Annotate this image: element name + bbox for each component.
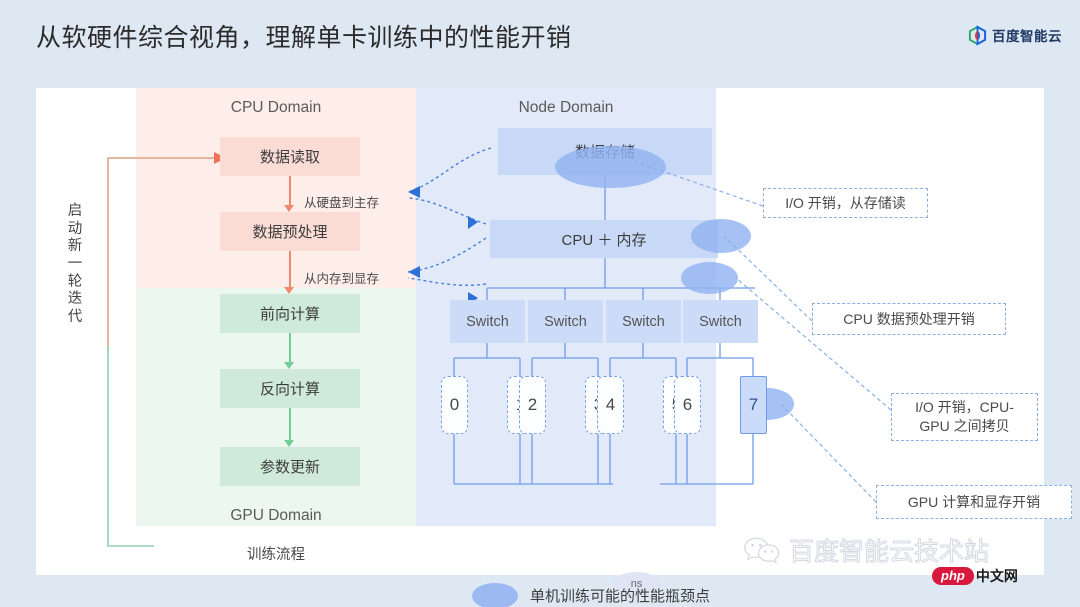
flow-arrow-head-1 xyxy=(284,205,294,212)
node-block-cpu-memory[interactable]: CPU ＋ 内存 xyxy=(490,220,718,258)
flow-arrow-1 xyxy=(289,176,291,205)
flow-arrow-2 xyxy=(289,251,291,287)
callout-io-read-overhead: I/O 开销，从存储读 xyxy=(763,188,928,218)
bottleneck-marker-storage xyxy=(555,146,666,188)
flow-step-forward[interactable]: 前向计算 xyxy=(220,294,360,333)
gpu-4[interactable]: 4 xyxy=(597,376,624,434)
iteration-loop-arrow xyxy=(107,152,226,547)
switch-0[interactable]: Switch xyxy=(450,300,525,343)
slide-header: 从软硬件综合视角，理解单卡训练中的性能开销 百度智能云 xyxy=(0,0,1080,88)
baidu-cloud-logo-icon xyxy=(968,24,987,46)
flow-step-data-read[interactable]: 数据读取 xyxy=(220,137,360,176)
hint-memory-to-vram: 从内存到显存 xyxy=(304,272,380,286)
flow-step-backward[interactable]: 反向计算 xyxy=(220,369,360,408)
gpu-7[interactable]: 7 xyxy=(740,376,767,434)
wechat-watermark: 百度智能云技术站 xyxy=(744,532,990,568)
php-badge-text: 中文网 xyxy=(975,568,1018,584)
bottleneck-marker-cpu xyxy=(691,219,751,253)
php-badge-pill: php xyxy=(932,567,974,585)
flow-arrow-head-2 xyxy=(284,287,294,294)
bottleneck-marker-pcie xyxy=(681,262,738,294)
slide-root: 从软硬件综合视角，理解单卡训练中的性能开销 百度智能云 CPU Domain G… xyxy=(0,0,1080,607)
iteration-loop-label: 启动新一轮迭代 xyxy=(67,203,83,326)
legend-bottleneck-marker xyxy=(472,583,518,607)
flow-arrow-head-4 xyxy=(284,440,294,447)
flow-arrow-4 xyxy=(289,408,291,440)
wechat-icon xyxy=(744,537,780,564)
callout-io-copy-overhead: I/O 开销，CPU-GPU 之间拷贝 xyxy=(891,393,1038,441)
watermark-text: 百度智能云技术站 xyxy=(788,538,990,567)
switch-2[interactable]: Switch xyxy=(606,300,681,343)
php-cn-badge: php 中文网 xyxy=(932,566,1018,586)
flow-step-data-preprocess[interactable]: 数据预处理 xyxy=(220,212,360,251)
brand-name: 百度智能云 xyxy=(992,29,1062,44)
callout-gpu-compute-overhead: GPU 计算和显存开销 xyxy=(876,485,1072,519)
callout-cpu-preprocess-overhead: CPU 数据预处理开销 xyxy=(812,303,1006,335)
flow-arrow-3 xyxy=(289,333,291,362)
gpu-6[interactable]: 6 xyxy=(674,376,701,434)
hint-disk-to-memory: 从硬盘到主存 xyxy=(304,196,380,210)
flow-arrow-head-3 xyxy=(284,362,294,369)
switch-3[interactable]: Switch xyxy=(683,300,758,343)
page-title: 从软硬件综合视角，理解单卡训练中的性能开销 xyxy=(36,24,572,52)
legend: 单机训练可能的性能瓶颈点 xyxy=(36,575,1044,607)
flow-step-param-update[interactable]: 参数更新 xyxy=(220,447,360,486)
gpu-0[interactable]: 0 xyxy=(441,376,468,434)
legend-label: 单机训练可能的性能瓶颈点 xyxy=(530,588,711,605)
switch-1[interactable]: Switch xyxy=(528,300,603,343)
cpu-domain-label: CPU Domain xyxy=(230,99,322,116)
node-domain-label: Node Domain xyxy=(518,99,614,116)
diagram-canvas: CPU Domain GPU Domain Node Domain 训练流程 启… xyxy=(36,88,1072,607)
gpu-2[interactable]: 2 xyxy=(519,376,546,434)
brand-logo: 百度智能云 xyxy=(968,24,1062,46)
